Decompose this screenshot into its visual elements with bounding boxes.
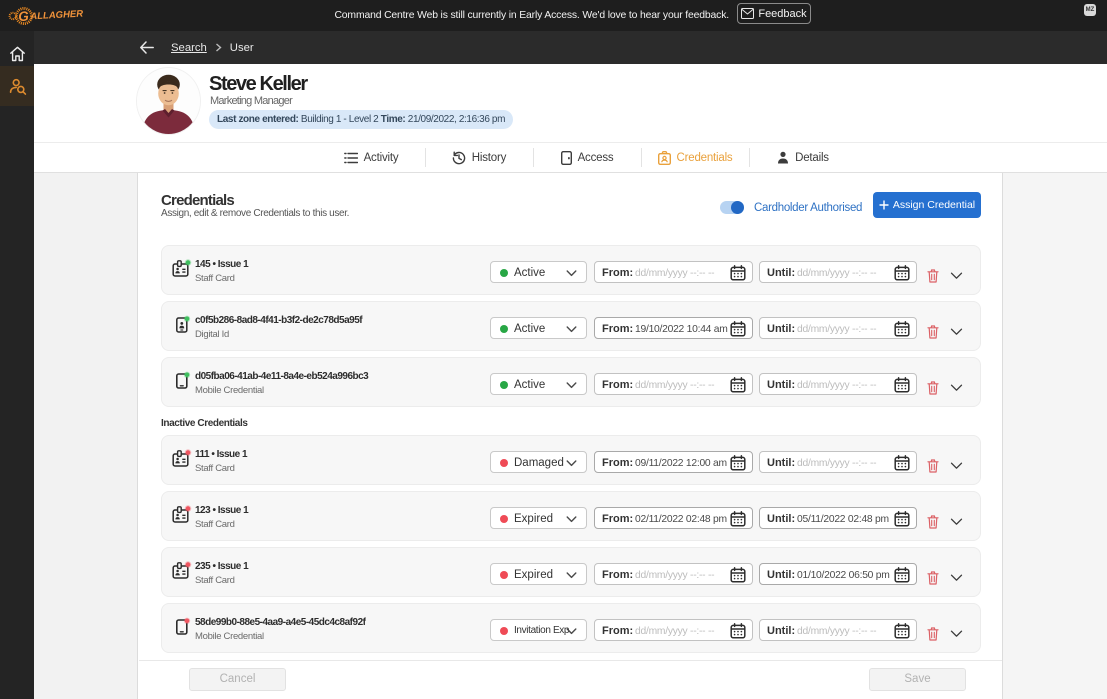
svg-text:ALLAGHER: ALLAGHER [29, 9, 83, 23]
svg-text:G: G [18, 9, 30, 25]
